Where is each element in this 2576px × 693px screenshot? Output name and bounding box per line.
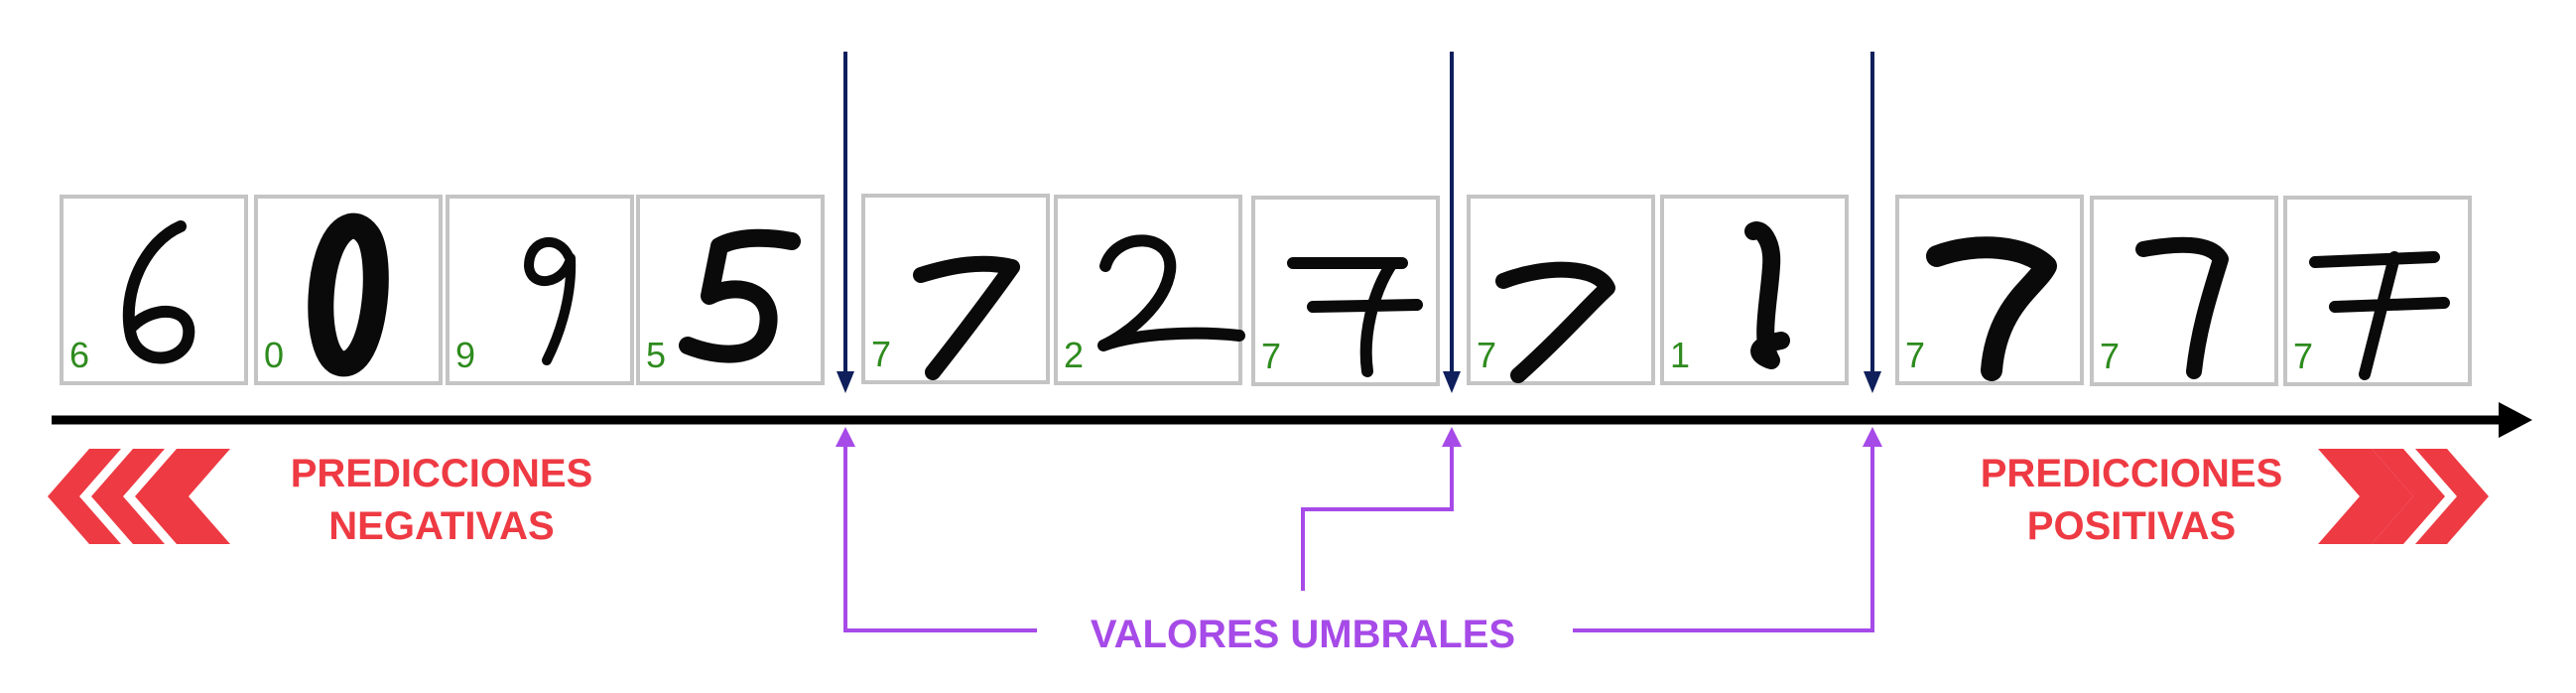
digit-label: 7: [1261, 336, 1281, 376]
threshold-bracket: [836, 427, 1882, 632]
threshold-marker: [1864, 52, 1881, 393]
prediction-axis: [52, 402, 2532, 438]
digit-label: 5: [646, 335, 666, 375]
chevrons-right-icon: [2318, 449, 2489, 544]
bracket-middle: [1301, 437, 1454, 591]
positive-predictions: PREDICCIONES POSITIVAS: [1981, 449, 2489, 548]
digit-label: 7: [1905, 335, 1925, 375]
bracket-left: [843, 437, 1037, 632]
arrow-down-icon: [837, 371, 854, 393]
threshold-marker: [837, 52, 854, 393]
digit-card: 7: [1895, 195, 2084, 385]
digit-label: 9: [455, 335, 475, 375]
axis-arrowhead-icon: [2499, 402, 2532, 438]
digit-card: 1: [1660, 195, 1849, 385]
digit-card: 7: [2283, 196, 2472, 386]
threshold-marker: [1443, 52, 1461, 393]
digit-card: 9: [446, 195, 634, 385]
digit-label: 6: [69, 335, 89, 375]
threshold-diagram: 6 0 9 5 7 2 7 7 1 7 7 7 VALORES UMBRALES PREDICCION…: [48, 52, 2532, 656]
digit-card: 7: [2090, 196, 2278, 386]
digit-card: 6: [60, 195, 248, 385]
bracket-arrow-left-icon: [836, 427, 855, 447]
digit-label: 7: [871, 334, 891, 374]
chevrons-left-icon: [48, 449, 230, 544]
digit-samples: 6 0 9 5 7 2 7 7 1 7 7 7: [60, 194, 2472, 386]
bracket-right: [1573, 437, 1874, 632]
digit-card: 2: [1054, 195, 1245, 385]
threshold-caption: VALORES UMBRALES: [1091, 613, 1515, 656]
negative-caption-line1: PREDICCIONES: [291, 452, 593, 495]
digit-card: 7: [1467, 195, 1655, 385]
negative-caption-line2: NEGATIVAS: [328, 504, 554, 548]
digit-card: 0: [254, 195, 443, 385]
digit-label: 7: [1477, 335, 1496, 375]
digit-card: 7: [1251, 196, 1440, 386]
arrow-down-icon: [1443, 371, 1461, 393]
digit-label: 1: [1670, 335, 1690, 375]
bracket-arrow-middle-icon: [1442, 427, 1462, 447]
bracket-arrow-right-icon: [1863, 427, 1882, 447]
digit-label: 7: [2100, 336, 2120, 376]
digit-label: 2: [1064, 335, 1084, 375]
negative-predictions: PREDICCIONES NEGATIVAS: [48, 449, 592, 548]
digit-label: 7: [2293, 336, 2313, 376]
digit-label: 0: [264, 335, 284, 375]
arrow-down-icon: [1864, 371, 1881, 393]
digit-card: 7: [861, 194, 1050, 384]
positive-caption-line1: PREDICCIONES: [1981, 452, 2283, 495]
digit-card: 5: [636, 195, 825, 385]
positive-caption-line2: POSITIVAS: [2027, 504, 2236, 548]
